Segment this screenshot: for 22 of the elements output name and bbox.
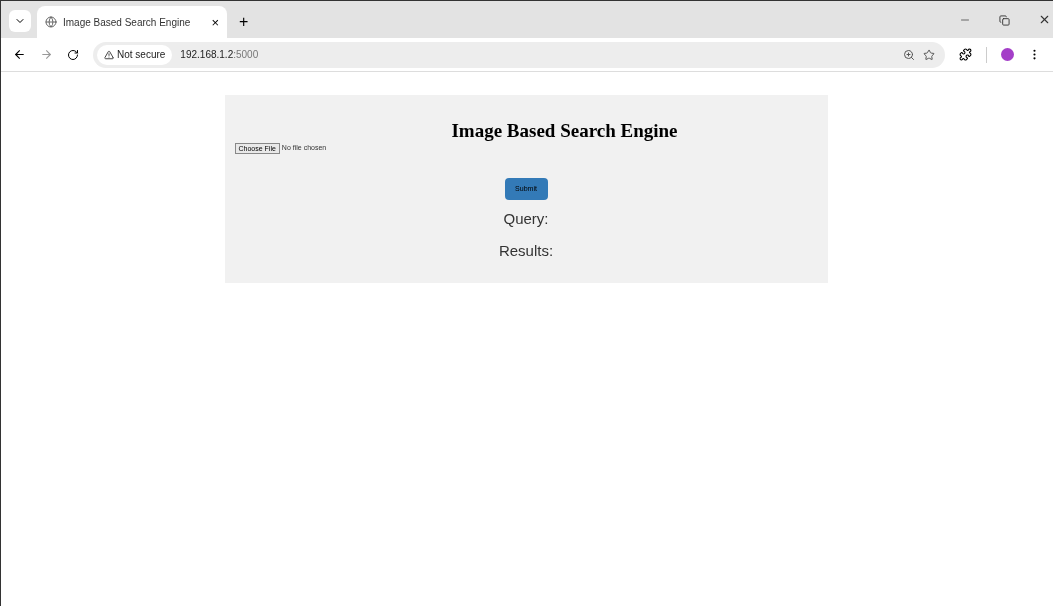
tab-list-button[interactable] bbox=[9, 10, 31, 32]
browser-tab[interactable]: Image Based Search Engine × bbox=[37, 6, 227, 38]
extensions-icon[interactable] bbox=[959, 48, 972, 61]
forward-icon[interactable] bbox=[40, 48, 53, 61]
query-label: Query: bbox=[503, 209, 549, 229]
address-bar[interactable]: Not secure 192.168.1.2:5000 bbox=[93, 41, 945, 68]
url-text: 192.168.1.2:5000 bbox=[180, 48, 259, 62]
reload-icon[interactable] bbox=[67, 48, 79, 61]
avatar-icon[interactable] bbox=[1001, 48, 1014, 61]
restore-icon[interactable] bbox=[999, 15, 1010, 26]
new-tab-button[interactable]: + bbox=[239, 14, 249, 30]
results-label: Results: bbox=[498, 240, 554, 261]
zoom-icon[interactable] bbox=[903, 48, 915, 61]
close-icon[interactable] bbox=[1038, 13, 1051, 26]
warning-icon bbox=[104, 49, 114, 60]
globe-icon bbox=[45, 16, 57, 28]
close-tab-button[interactable]: × bbox=[211, 15, 219, 29]
back-icon[interactable] bbox=[13, 48, 26, 61]
star-icon[interactable] bbox=[923, 48, 935, 61]
page-heading: Image Based Search Engine bbox=[451, 119, 678, 143]
tab-title: Image Based Search Engine bbox=[63, 15, 192, 30]
security-chip[interactable]: Not secure bbox=[97, 44, 173, 65]
